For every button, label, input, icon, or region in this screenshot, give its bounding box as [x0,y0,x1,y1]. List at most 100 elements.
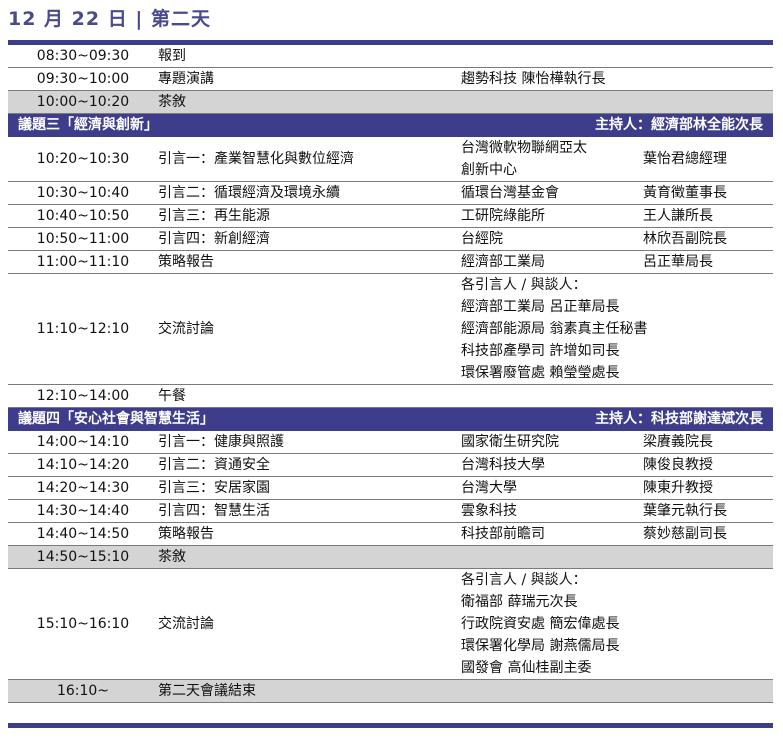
time-cell: 10:40~10:50 [8,204,158,228]
panelist-line: 衛福部 薛瑞元次長 [461,594,578,610]
org-line: 創新中心 [461,162,517,178]
person-cell [643,679,773,703]
time-cell: 16:10~ [8,679,158,703]
topic-cell: 引言三：安居家園 [158,476,461,500]
table-row: 09:30~10:00 專題演講 趨勢科技 陳怡樺執行長 [8,67,773,91]
org-line: 台灣微軟物聯網亞太 [461,140,587,156]
table-row: 15:10~16:10 交流討論 各引言人 / 與談人： 衛福部 薛瑞元次長 行… [8,568,773,680]
org-cell: 台灣科技大學 [461,453,643,477]
person-cell: 梁賡義院長 [643,430,773,454]
topic-cell: 策略報告 [158,250,461,274]
org-cell: 台灣微軟物聯網亞太 創新中心 [461,136,643,182]
table-row: 10:30~10:40 引言二：循環經濟及環境永續 循環台灣基金會 黃育徵董事長 [8,181,773,205]
page-title: 12 月 22 日 | 第二天 [8,4,211,34]
section-host: 主持人：科技部謝達斌次長 [595,411,763,427]
person-cell: 王人謙所長 [643,204,773,228]
table-row: 12:10~14:00 午餐 [8,384,773,408]
section-header: 議題四「安心社會與智慧生活」 主持人：科技部謝達斌次長 [8,407,773,431]
person-cell: 陳俊良教授 [643,453,773,477]
table-row: 14:20~14:30 引言三：安居家園 台灣大學 陳東升教授 [8,476,773,500]
time-cell: 14:50~15:10 [8,545,158,569]
org-cell [461,90,643,114]
table-row: 11:10~12:10 交流討論 各引言人 / 與談人： 經濟部工業局 呂正華局… [8,273,773,385]
topic-cell: 引言四：新創經濟 [158,227,461,251]
org-cell: 科技部前瞻司 [461,522,643,546]
topic-cell: 引言二：資通安全 [158,453,461,477]
table-row: 14:40~14:50 策略報告 科技部前瞻司 蔡妙慈副司長 [8,522,773,546]
topic-cell: 茶敘 [158,90,461,114]
topic-cell: 第二天會議結束 [158,679,461,703]
person-cell: 黃育徵董事長 [643,181,773,205]
time-cell: 09:30~10:00 [8,67,158,91]
panelist-line: 各引言人 / 與談人： [461,572,587,588]
section-host: 主持人：經濟部林全能次長 [595,117,763,133]
table-row: 14:10~14:20 引言二：資通安全 台灣科技大學 陳俊良教授 [8,453,773,477]
schedule-table: 08:30~09:30 報到 09:30~10:00 專題演講 趨勢科技 陳怡樺… [8,45,773,703]
topic-cell: 引言二：循環經濟及環境永續 [158,181,461,205]
table-row: 11:00~11:10 策略報告 經濟部工業局 呂正華局長 [8,250,773,274]
panelist-list: 各引言人 / 與談人： 衛福部 薛瑞元次長 行政院資安處 簡宏偉處長 環保署化學… [461,568,773,680]
panelist-list: 各引言人 / 與談人： 經濟部工業局 呂正華局長 經濟部能源局 翁素真主任秘書 … [461,273,773,385]
person-cell [643,545,773,569]
person-cell: 呂正華局長 [643,250,773,274]
person-cell: 蔡妙慈副司長 [643,522,773,546]
topic-cell: 專題演講 [158,67,461,91]
org-cell [461,45,643,68]
org-cell: 循環台灣基金會 [461,181,643,205]
section-title: 議題四「安心社會與智慧生活」 [18,411,214,427]
time-cell: 14:20~14:30 [8,476,158,500]
topic-cell: 午餐 [158,384,461,408]
table-row: 10:40~10:50 引言三：再生能源 工研院綠能所 王人謙所長 [8,204,773,228]
table-row: 10:20~10:30 引言一：產業智慧化與數位經濟 台灣微軟物聯網亞太 創新中… [8,136,773,182]
time-cell: 11:00~11:10 [8,250,158,274]
time-cell: 14:00~14:10 [8,430,158,454]
time-cell: 15:10~16:10 [8,568,158,680]
topic-cell: 引言一：健康與照護 [158,430,461,454]
panelist-line: 國發會 高仙桂副主委 [461,660,592,676]
topic-cell: 報到 [158,45,461,68]
bottom-divider [8,723,773,728]
topic-cell: 策略報告 [158,522,461,546]
title-separator: | [135,8,144,30]
table-row: 08:30~09:30 報到 [8,45,773,68]
table-row: 14:30~14:40 引言四：智慧生活 雲象科技 葉肇元執行長 [8,499,773,523]
topic-cell: 引言四：智慧生活 [158,499,461,523]
speaker-cell: 趨勢科技 陳怡樺執行長 [461,67,773,91]
day-label: 第二天 [150,8,211,30]
topic-cell: 引言三：再生能源 [158,204,461,228]
org-cell [461,384,643,408]
panelist-line: 行政院資安處 簡宏偉處長 [461,616,620,632]
topic-cell: 交流討論 [158,273,461,385]
section-title: 議題三「經濟與創新」 [18,117,158,133]
section-header: 議題三「經濟與創新」 主持人：經濟部林全能次長 [8,113,773,137]
time-cell: 10:20~10:30 [8,136,158,182]
table-row: 16:10~ 第二天會議結束 [8,679,773,703]
topic-cell: 交流討論 [158,568,461,680]
org-cell: 台經院 [461,227,643,251]
time-cell: 12:10~14:00 [8,384,158,408]
panelist-line: 各引言人 / 與談人： [461,277,587,293]
panelist-line: 環保署廢管處 賴瑩瑩處長 [461,365,620,381]
person-cell: 林欣吾副院長 [643,227,773,251]
time-cell: 14:10~14:20 [8,453,158,477]
time-cell: 11:10~12:10 [8,273,158,385]
table-row: 14:50~15:10 茶敘 [8,545,773,569]
panelist-line: 科技部產學司 許增如司長 [461,343,620,359]
time-cell: 10:30~10:40 [8,181,158,205]
org-cell [461,545,643,569]
panelist-line: 經濟部工業局 呂正華局長 [461,299,620,315]
time-cell: 08:30~09:30 [8,45,158,68]
person-cell [643,90,773,114]
org-cell: 雲象科技 [461,499,643,523]
panelist-line: 環保署化學局 謝燕儒局長 [461,638,620,654]
org-cell: 經濟部工業局 [461,250,643,274]
org-cell: 工研院綠能所 [461,204,643,228]
time-cell: 14:40~14:50 [8,522,158,546]
person-cell: 葉肇元執行長 [643,499,773,523]
table-row: 10:50~11:00 引言四：新創經濟 台經院 林欣吾副院長 [8,227,773,251]
time-cell: 10:00~10:20 [8,90,158,114]
time-cell: 14:30~14:40 [8,499,158,523]
person-cell [643,384,773,408]
person-cell: 陳東升教授 [643,476,773,500]
table-row: 14:00~14:10 引言一：健康與照護 國家衛生研究院 梁賡義院長 [8,430,773,454]
